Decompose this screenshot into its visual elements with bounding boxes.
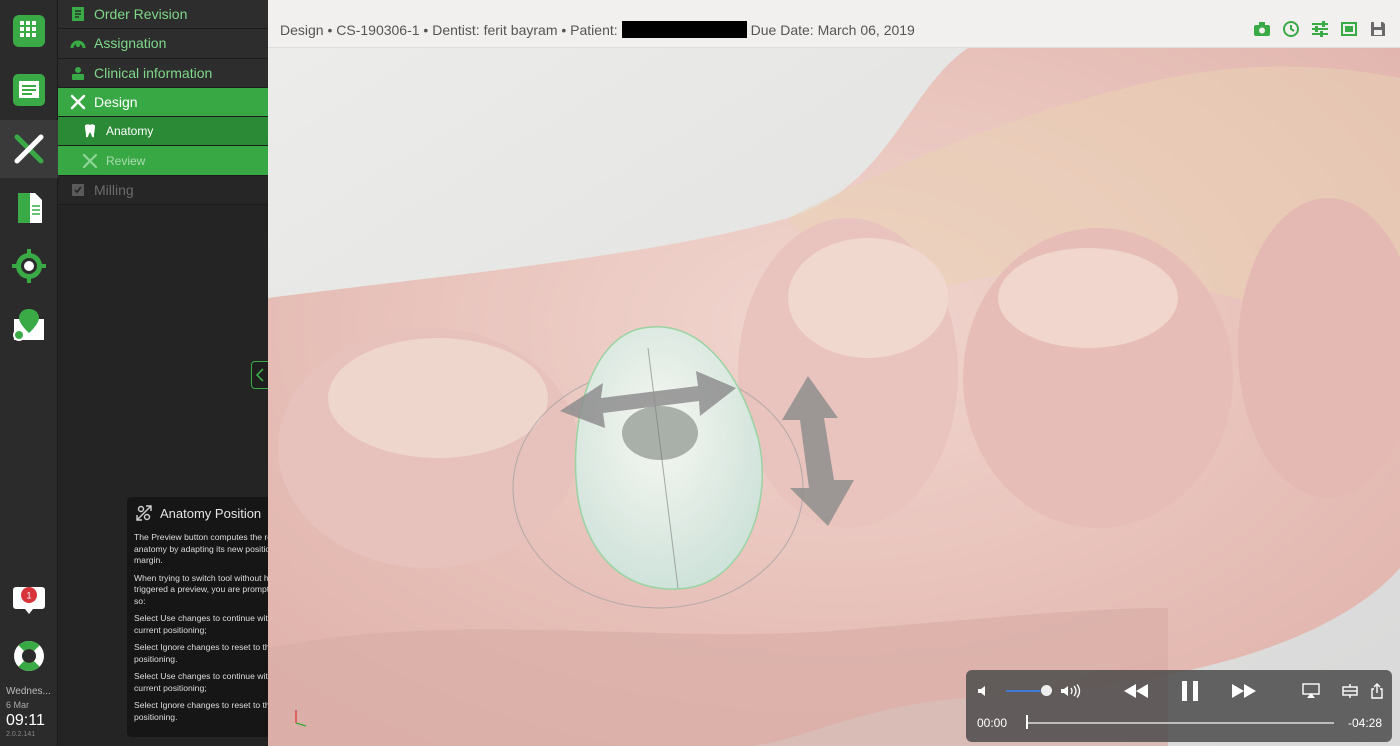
clinical-info-icon [70, 65, 86, 81]
design-tools-icon [70, 94, 86, 110]
volume-slider-knob[interactable] [1041, 685, 1053, 696]
remaining-time: -04:28 [1347, 716, 1382, 730]
anatomy-position-icon [136, 505, 152, 521]
tooth-icon [82, 123, 98, 139]
camera-icon [1254, 22, 1270, 36]
design-tools-icon [14, 134, 44, 164]
collapse-panel-button[interactable] [251, 361, 268, 389]
step-assignation[interactable]: Assignation [58, 29, 268, 59]
time-label: 09:11 [6, 712, 45, 729]
airplay-button[interactable] [1302, 680, 1320, 702]
fast-forward-button[interactable] [1230, 680, 1258, 702]
rewind-button[interactable] [1122, 680, 1150, 702]
case-header: Design • CS-190306-1 • Dentist: ferit ba… [268, 12, 1400, 48]
calendar-grid-icon [13, 15, 45, 47]
workflow-panel: Order Revision Assignation Clinical info… [58, 0, 315, 746]
order-revision-icon [70, 6, 86, 22]
picture-in-picture-button[interactable] [1341, 680, 1359, 702]
seek-bar[interactable] [1026, 722, 1334, 724]
due-date: Due Date: March 06, 2019 [750, 21, 915, 38]
top-strip [268, 0, 1400, 12]
step-label: Assignation [94, 35, 167, 52]
case-title: Design • CS-190306-1 • Dentist: ferit ba… [280, 21, 618, 38]
step-design[interactable]: Design [58, 87, 268, 118]
share-icon [1371, 683, 1383, 699]
clock-widget: Wednes... 6 Mar 09:11 2.0.2.141 [6, 686, 51, 738]
save-icon [1371, 22, 1385, 36]
seek-handle[interactable] [1026, 715, 1028, 729]
history-icon [1283, 21, 1299, 37]
screenshot-button[interactable] [1252, 19, 1272, 39]
map-pin-icon [13, 309, 44, 341]
fullscreen-button[interactable] [1339, 19, 1359, 39]
step-label: Anatomy [106, 124, 154, 139]
crown-center-handle[interactable] [622, 406, 698, 460]
step-label: Clinical information [94, 64, 213, 81]
chevron-left-icon [256, 368, 264, 382]
step-milling: Milling [58, 175, 268, 206]
gear-icon [12, 249, 46, 283]
dental-scan-render[interactable] [268, 48, 1400, 746]
volume-high-icon [1061, 684, 1081, 698]
assignation-icon [70, 35, 86, 51]
mute-button[interactable] [976, 680, 992, 702]
date-label: 6 Mar [6, 700, 30, 710]
volume-low-icon [978, 686, 985, 696]
share-button[interactable] [1370, 680, 1384, 702]
lifebuoy-icon [14, 641, 44, 671]
notification-count: 1 [26, 591, 31, 601]
history-button[interactable] [1281, 19, 1301, 39]
step-label: Milling [94, 181, 134, 198]
pause-button[interactable] [1178, 680, 1202, 702]
rail-messages-button[interactable]: 1 [0, 568, 58, 626]
rewind-icon [1124, 684, 1148, 698]
pause-icon [1182, 681, 1198, 701]
fullscreen-icon [1341, 22, 1357, 36]
patient-name-redacted [621, 21, 747, 38]
review-icon [82, 153, 98, 169]
rail-help-button[interactable] [0, 627, 58, 685]
video-controls: 00:00 -04:28 [966, 670, 1392, 742]
milling-icon [70, 182, 86, 198]
header-toolbar [1252, 19, 1388, 39]
rail-map-button[interactable] [0, 296, 58, 354]
message-icon: 1 [13, 587, 45, 614]
rail-document-button[interactable] [0, 61, 58, 119]
rail-files-button[interactable] [0, 179, 58, 237]
settings-sliders-button[interactable] [1310, 19, 1330, 39]
document-icon [13, 74, 45, 106]
airplay-icon [1302, 683, 1320, 698]
volume-slider-track[interactable] [1006, 690, 1042, 692]
rail-settings-button[interactable] [0, 237, 58, 295]
fast-forward-icon [1232, 684, 1256, 698]
file-icon [18, 193, 42, 223]
save-button[interactable] [1368, 19, 1388, 39]
current-time: 00:00 [977, 716, 1008, 730]
rail-orders-button[interactable] [0, 2, 58, 60]
step-review[interactable]: Review [58, 146, 268, 176]
rail-design-button[interactable] [0, 120, 58, 178]
step-label: Review [106, 153, 146, 168]
step-label: Order Revision [94, 6, 188, 23]
pip-icon [1342, 684, 1358, 698]
step-anatomy[interactable]: Anatomy [58, 117, 268, 147]
sliders-icon [1312, 21, 1328, 37]
design-viewport[interactable]: Design • CS-190306-1 • Dentist: ferit ba… [268, 0, 1400, 746]
weekday-label: Wednes... [6, 686, 51, 697]
app-rail: 1 Wednes... 6 Mar 09:11 2.0.2.141 [0, 0, 58, 746]
version-label: 2.0.2.141 [6, 731, 36, 738]
volume-max-button[interactable] [1060, 680, 1082, 702]
step-order-revision[interactable]: Order Revision [58, 0, 268, 30]
step-clinical-information[interactable]: Clinical information [58, 58, 268, 88]
step-label: Design [94, 94, 138, 111]
